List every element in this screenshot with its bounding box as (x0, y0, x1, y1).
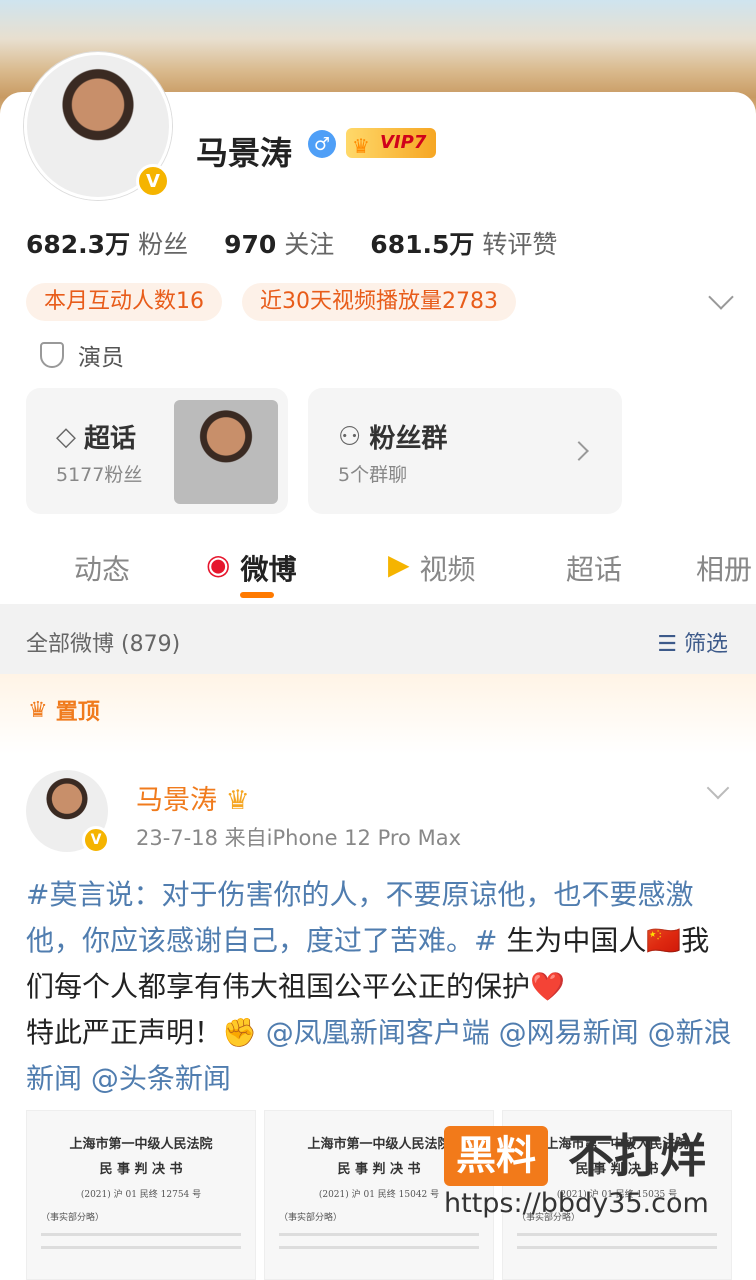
tab-weibo-label: 微博 (240, 553, 297, 586)
fangroup-card[interactable]: ⚇ 粉丝群 5个群聊 (308, 388, 622, 514)
supertopic-card[interactable]: ◇ 超话 5177粉丝 (26, 388, 288, 514)
video-icon: ▶ (388, 548, 410, 581)
role-label: 演员 (78, 345, 124, 371)
pinned-label: ♛ 置顶 (28, 694, 100, 726)
watermark-part2: 不打烊 (568, 1129, 706, 1183)
fangroup-label: 粉丝群 (369, 424, 448, 454)
heart-icon: ❤️ (530, 970, 565, 1003)
supertopic-sub: 5177粉丝 (56, 464, 143, 486)
crown-icon: ♛ (28, 697, 48, 723)
tab-video-label: 视频 (419, 553, 476, 586)
tab-active-indicator (240, 592, 274, 598)
filter-label: 筛选 (683, 632, 728, 657)
post-body-text-2: 特此严正声明！✊ (26, 1016, 257, 1049)
all-posts-count: 全部微博 (879) (26, 632, 181, 657)
doc-line (279, 1246, 479, 1249)
profile-role: 演员 (40, 338, 124, 372)
pinned-text: 置顶 (55, 700, 100, 725)
profile-tabs: 动态 ◉ 微博 ▶ 视频 超话 相册 (0, 540, 756, 604)
filter-icon: ☰ (657, 632, 677, 657)
doc-line (41, 1233, 241, 1236)
tab-weibo[interactable]: ◉ 微博 (206, 548, 296, 588)
vip-badge[interactable]: ♛ VIP7 (346, 128, 437, 158)
group-icon: ⚇ (338, 421, 362, 452)
fangroup-sub: 5个群聊 (338, 464, 408, 486)
post-author-text: 马景涛 (136, 785, 217, 816)
watermark-part1: 黑料 (444, 1126, 548, 1186)
supertopic-thumbnail (174, 400, 278, 504)
profile-name: 马景涛 (196, 134, 293, 172)
diamond-icon: ◇ (56, 421, 76, 452)
weibo-logo-icon: ◉ (206, 548, 231, 581)
tab-album[interactable]: 相册 (696, 548, 752, 588)
post-image-document[interactable]: 上海市第一中级人民法院 民 事 判 决 书 (2021) 沪 01 民终 127… (26, 1110, 256, 1280)
post-chevron-down-icon[interactable] (706, 776, 730, 800)
doc-title: 民 事 判 决 书 (99, 1162, 183, 1177)
watermark-overlay: 黑料 不打烊 https://bbdy35.com (444, 1126, 756, 1226)
post-author-name[interactable]: 马景涛 ♛ (136, 778, 250, 817)
stat-reposts[interactable]: 681.5万 转评赞 (370, 225, 557, 261)
post-meta: 23-7-18 来自iPhone 12 Pro Max (136, 826, 461, 850)
male-gender-icon: ♂ (308, 130, 336, 158)
doc-number: (2021) 沪 01 民终 12754 号 (80, 1190, 202, 1200)
verified-badge-icon: V (136, 164, 170, 198)
stat-value: 970 (224, 230, 277, 259)
chevron-right-icon (569, 441, 589, 461)
filter-bar: 全部微博 (879) ☰ 筛选 (0, 604, 756, 674)
stat-fans[interactable]: 682.3万 粉丝 (26, 225, 188, 261)
stat-value: 682.3万 (26, 230, 131, 259)
tab-supertopic[interactable]: 超话 (566, 548, 622, 588)
watermark-url: https://bbdy35.com (444, 1188, 709, 1219)
doc-line (517, 1246, 717, 1249)
post-body: #莫言说：对于伤害你的人，不要原谅他，也不要感激他，你应该感谢自己，度过了苦难。… (26, 872, 732, 1102)
crown-icon: ♛ (225, 785, 250, 816)
chip-interactions[interactable]: 本月互动人数16 (26, 283, 222, 321)
vip-label: VIP7 (380, 132, 427, 153)
pinned-header: ♛ 置顶 (0, 674, 756, 754)
supertopic-title: ◇ 超话 (56, 418, 136, 455)
doc-line (517, 1233, 717, 1236)
doc-court: 上海市第一中级人民法院 (69, 1137, 213, 1152)
stat-value: 681.5万 (370, 230, 475, 259)
tab-video[interactable]: ▶ 视频 (388, 548, 476, 588)
doc-line (41, 1246, 241, 1249)
shield-icon (40, 342, 64, 368)
crown-icon: ♛ (352, 134, 370, 158)
chip-video-plays[interactable]: 近30天视频播放量2783 (242, 283, 516, 321)
profile-stats: 682.3万 粉丝 970 关注 681.5万 转评赞 (26, 225, 557, 261)
filter-button[interactable]: ☰ 筛选 (657, 626, 728, 658)
stat-label: 粉丝 (138, 230, 189, 259)
stat-following[interactable]: 970 关注 (224, 225, 334, 261)
verified-badge-icon: V (82, 826, 110, 854)
stat-label: 转评赞 (482, 230, 558, 259)
supertopic-label: 超话 (84, 424, 137, 454)
tab-dynamics[interactable]: 动态 (74, 548, 130, 588)
stat-label: 关注 (284, 230, 335, 259)
doc-line (279, 1233, 479, 1236)
doc-section: （事实部分略） (41, 1213, 105, 1223)
fangroup-title: ⚇ 粉丝群 (338, 418, 447, 455)
